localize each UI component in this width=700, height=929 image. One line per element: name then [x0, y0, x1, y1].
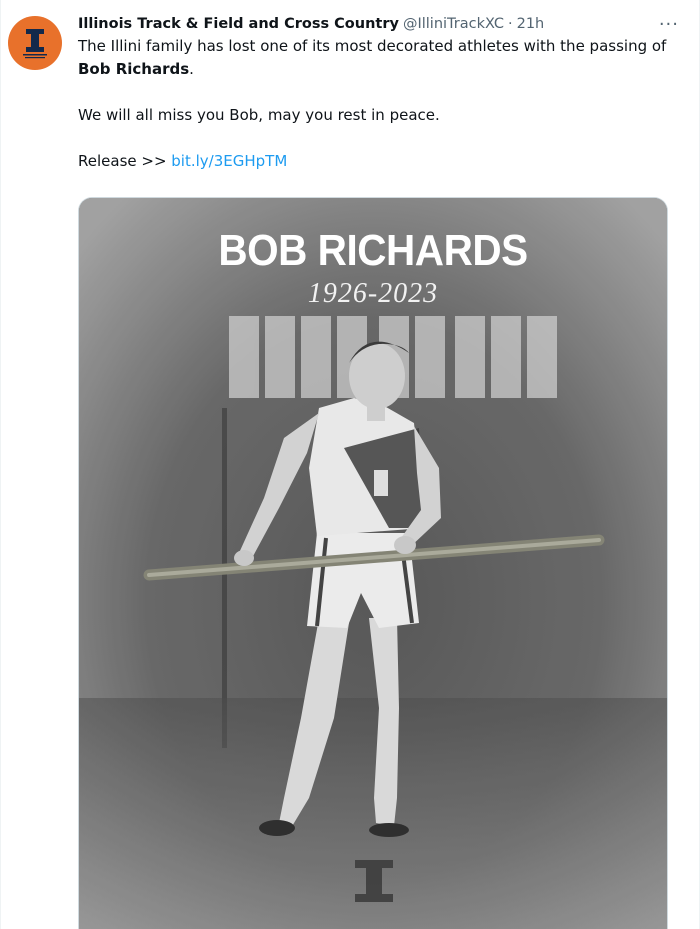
tweet-paragraph-3: Release >> bit.ly/3EGHpTM: [78, 150, 669, 173]
poster-title: BOB RICHARDS: [218, 226, 528, 275]
tweet[interactable]: Illinois Track & Field and Cross Country…: [0, 0, 700, 929]
tweet-media-image[interactable]: BOB RICHARDS 1926-2023: [78, 197, 668, 929]
illinois-logo-icon: [23, 29, 47, 59]
release-label: Release >>: [78, 152, 172, 170]
user-handle[interactable]: @IlliniTrackXC: [403, 14, 504, 34]
bold-name: Bob Richards: [78, 60, 190, 78]
more-horizontal-icon[interactable]: ···: [659, 14, 679, 35]
timestamp[interactable]: 21h: [517, 14, 545, 34]
tweet-paragraph-2: We will all miss you Bob, may you rest i…: [78, 106, 440, 124]
tweet-header: Illinois Track & Field and Cross Country…: [78, 14, 669, 34]
release-link[interactable]: bit.ly/3EGHpTM: [171, 152, 287, 170]
tweet-text: The Illini family has lost one of its mo…: [78, 35, 669, 173]
poster-years: 1926-2023: [307, 278, 439, 309]
display-name[interactable]: Illinois Track & Field and Cross Country: [78, 14, 399, 34]
avatar[interactable]: [8, 16, 62, 70]
separator-dot: ·: [507, 16, 513, 32]
tweet-paragraph-1: The Illini family has lost one of its mo…: [78, 37, 667, 78]
